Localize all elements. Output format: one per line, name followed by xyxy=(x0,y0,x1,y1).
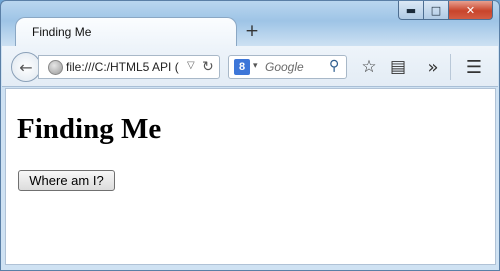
globe-icon xyxy=(48,60,63,75)
page-heading: Finding Me xyxy=(17,113,162,145)
close-button[interactable]: ✕ xyxy=(449,1,493,20)
reading-list-icon[interactable]: ▤ xyxy=(387,56,409,78)
hamburger-menu-icon[interactable]: ☰ xyxy=(463,56,485,78)
search-input[interactable]: Google xyxy=(265,60,304,74)
search-box[interactable]: 8 ▾ Google ⚲ xyxy=(228,55,347,79)
tab-finding-me[interactable]: Finding Me xyxy=(15,17,237,47)
tab-title: Finding Me xyxy=(32,25,92,39)
overflow-chevron-icon[interactable]: » xyxy=(422,56,444,78)
back-button[interactable]: ← xyxy=(11,52,41,82)
search-icon[interactable]: ⚲ xyxy=(329,58,339,74)
where-am-i-button[interactable]: Where am I? xyxy=(18,170,115,191)
page-content: Finding Me Where am I? xyxy=(5,88,496,265)
bookmark-star-icon[interactable]: ☆ xyxy=(358,56,380,78)
navigation-toolbar: ← file:///C:/HTML5 API ( ▽ ↻ 8 ▾ Google … xyxy=(2,46,498,87)
reload-icon[interactable]: ↻ xyxy=(202,58,214,75)
new-tab-button[interactable]: + xyxy=(243,21,261,41)
maximize-button[interactable]: □ xyxy=(424,1,449,20)
url-dropdown-icon[interactable]: ▽ xyxy=(187,60,195,71)
back-arrow-icon: ← xyxy=(19,57,33,77)
minimize-button[interactable]: ▬ xyxy=(398,1,424,20)
url-text[interactable]: file:///C:/HTML5 API ( xyxy=(66,60,184,74)
address-bar[interactable]: file:///C:/HTML5 API ( ▽ ↻ xyxy=(38,55,220,79)
window-controls: ▬ □ ✕ xyxy=(398,1,493,21)
browser-window: ▬ □ ✕ Finding Me + ← file:///C:/HTML5 AP… xyxy=(0,0,500,271)
search-engine-dropdown-icon[interactable]: ▾ xyxy=(253,61,258,71)
toolbar-divider xyxy=(450,54,451,80)
google-icon[interactable]: 8 xyxy=(234,59,250,75)
